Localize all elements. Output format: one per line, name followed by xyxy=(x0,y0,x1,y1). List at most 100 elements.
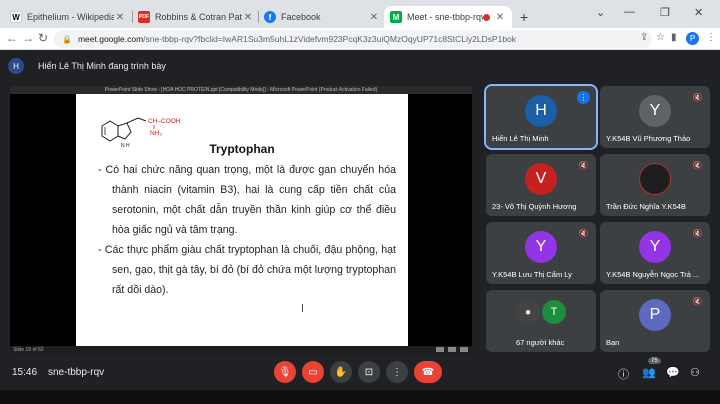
participant-name: Hiển Lê Thị Minh xyxy=(492,134,549,143)
participant-tile[interactable]: Y 🔇 Y.K54B Nguyễn Ngọc Trà ... xyxy=(600,222,710,284)
back-icon[interactable]: ← xyxy=(6,31,18,45)
microphone-toggle-button[interactable]: 🎙 xyxy=(274,361,296,383)
people-icon[interactable]: 👥 xyxy=(642,366,656,379)
meet-favicon-icon: M xyxy=(390,11,402,23)
chat-icon[interactable]: 💬 xyxy=(666,366,680,379)
camera-off-icon: ▭ xyxy=(308,366,318,378)
participant-tile[interactable]: Y 🔇 Y.K54B Lưu Thị Cẩm Ly xyxy=(486,222,596,284)
browser-tab-meet[interactable]: M Meet - sne-tbbp-rqv ✕ xyxy=(384,6,512,28)
speaking-indicator-icon: ⋮ xyxy=(577,91,590,104)
leave-call-button[interactable]: ☎ xyxy=(414,361,442,383)
os-taskbar xyxy=(0,390,720,404)
participant-tile[interactable]: 🔇 Trần Đức Nghĩa Y.K54B xyxy=(600,154,710,216)
normal-view-icon[interactable] xyxy=(436,347,444,352)
close-tab-icon[interactable]: ✕ xyxy=(114,12,126,23)
others-avatar-photo: ● xyxy=(516,300,540,324)
url-host: meet.google.com xyxy=(77,34,144,44)
maximize-window-button[interactable]: ❐ xyxy=(660,6,670,19)
lock-icon: 🔒 xyxy=(62,34,72,44)
mouse-cursor-icon xyxy=(302,304,308,312)
reading-view-icon[interactable] xyxy=(460,347,468,352)
new-tab-button[interactable]: + xyxy=(520,9,528,25)
browser-tab-robbins[interactable]: PDF Robbins & Cotran Pathologic Ba ✕ xyxy=(132,6,260,28)
meeting-code: sne-tbbp-rqv xyxy=(48,367,105,378)
tab-strip: W Epithelium - Wikipedia ✕ PDF Robbins &… xyxy=(0,0,720,28)
share-icon[interactable]: ⇪ xyxy=(640,32,648,43)
camera-toggle-button[interactable]: ▭ xyxy=(302,361,324,383)
wikipedia-favicon-icon: W xyxy=(10,11,22,23)
tab-title: Robbins & Cotran Pathologic Ba xyxy=(155,12,242,22)
others-tile[interactable]: ● T 67 người khác xyxy=(486,290,596,352)
participant-name: 23- Võ Thị Quỳnh Hương xyxy=(492,202,577,211)
profile-avatar[interactable]: P xyxy=(686,32,699,45)
self-avatar: P xyxy=(639,299,671,331)
recording-indicator-icon xyxy=(483,13,490,21)
participant-avatar-image xyxy=(639,163,671,195)
slide-bullet: - Có hai chức năng quan trọng, một là đư… xyxy=(98,164,396,236)
chem-carboxyl-label: CH–COOH xyxy=(148,118,181,125)
participant-count-badge: 75 xyxy=(648,358,661,364)
tab-search-icon[interactable]: ⌄ xyxy=(596,6,605,19)
more-options-button[interactable]: ⋮ xyxy=(386,361,408,383)
bookmark-star-icon[interactable]: ☆ xyxy=(656,32,665,43)
presenter-avatar: H xyxy=(8,58,24,74)
meeting-details-icon[interactable]: ⓘ xyxy=(618,366,629,382)
address-bar[interactable]: 🔒 meet.google.com/sne-tbbp-rqv?fbclid=Iw… xyxy=(54,30,652,48)
browser-tab-wikipedia[interactable]: W Epithelium - Wikipedia ✕ xyxy=(4,6,132,28)
more-vert-icon: ⋮ xyxy=(392,366,402,378)
chem-amine-label: NH₂ xyxy=(150,130,162,137)
browser-tab-facebook[interactable]: f Facebook ✕ xyxy=(258,6,386,28)
pdf-favicon-icon: PDF xyxy=(138,11,150,23)
meeting-clock: 15:46 xyxy=(12,367,38,378)
presentation-slide: N H CH–COOH NH₂ Tryptophan - Có hai chức… xyxy=(76,94,408,346)
participant-tile[interactable]: V 🔇 23- Võ Thị Quỳnh Hương xyxy=(486,154,596,216)
presenter-label: Hiển Lê Thị Minh đang trình bày xyxy=(38,61,166,71)
mic-off-icon: 🔇 xyxy=(578,229,589,238)
raise-hand-button[interactable]: ✋ xyxy=(330,361,352,383)
browser-menu-icon[interactable]: ⋮ xyxy=(706,32,716,43)
slide-status: Slide 19 of 62 xyxy=(10,346,472,354)
url-path: /sne-tbbp-rqv?fbclid=IwAR1Su3m5uhL1zVide… xyxy=(143,34,517,44)
slide-title: Tryptophan xyxy=(209,142,275,156)
self-tile[interactable]: P 🔇 Bạn xyxy=(600,290,710,352)
forward-icon[interactable]: → xyxy=(22,31,34,45)
minimize-window-button[interactable]: — xyxy=(624,6,635,18)
mic-off-icon: 🔇 xyxy=(692,161,703,170)
presenter-banner: H Hiển Lê Thị Minh đang trình bày xyxy=(8,56,166,76)
mic-off-icon: 🔇 xyxy=(692,93,703,102)
mic-off-icon: 🔇 xyxy=(692,229,703,238)
close-tab-icon[interactable]: ✕ xyxy=(494,12,506,23)
mic-off-icon: 🔇 xyxy=(578,161,589,170)
others-count-label: 67 người khác xyxy=(516,338,565,347)
participant-avatar: Y xyxy=(639,95,671,127)
hang-up-icon: ☎ xyxy=(421,366,435,378)
sorter-view-icon[interactable] xyxy=(448,347,456,352)
tab-title: Epithelium - Wikipedia xyxy=(27,12,114,22)
participant-avatar: Y xyxy=(639,231,671,263)
slide-body: - Có hai chức năng quan trọng, một là đư… xyxy=(98,160,396,300)
tab-title: Facebook xyxy=(281,12,321,22)
present-now-button[interactable]: ⊡ xyxy=(358,361,380,383)
participant-name: Y.K54B Vũ Phương Thảo xyxy=(606,134,691,143)
participant-tile[interactable]: Y 🔇 Y.K54B Vũ Phương Thảo xyxy=(600,86,710,148)
presentation-stage: PowerPoint Slide Show - [HOA HOC PROTEIN… xyxy=(10,86,472,354)
participant-tile[interactable]: H ⋮ Hiển Lê Thị Minh xyxy=(484,84,598,150)
mic-off-icon: 🔇 xyxy=(692,297,703,306)
meeting-controls-bar: 15:46 sne-tbbp-rqv 🎙 ▭ ✋ ⊡ ⋮ ☎ ⓘ 👥 75 💬 … xyxy=(0,356,720,390)
browser-toolbar: ← → ↻ 🔒 meet.google.com/sne-tbbp-rqv?fbc… xyxy=(0,28,720,50)
close-tab-icon[interactable]: ✕ xyxy=(368,12,380,23)
close-tab-icon[interactable]: ✕ xyxy=(242,12,254,23)
tab-title: Meet - sne-tbbp-rqv xyxy=(407,12,483,22)
self-name: Bạn xyxy=(606,338,620,347)
reload-icon[interactable]: ↻ xyxy=(38,31,48,45)
participant-name: Trần Đức Nghĩa Y.K54B xyxy=(606,202,686,211)
others-avatar: T xyxy=(542,300,566,324)
activities-icon[interactable]: ⚇ xyxy=(690,366,700,379)
participant-name: Y.K54B Nguyễn Ngọc Trà ... xyxy=(606,270,700,279)
extensions-icon[interactable]: ▮ xyxy=(671,32,677,43)
present-screen-icon: ⊡ xyxy=(364,366,374,378)
close-window-button[interactable]: ✕ xyxy=(694,6,703,19)
hand-icon: ✋ xyxy=(334,366,348,378)
participant-avatar: Y xyxy=(525,231,557,263)
participant-avatar: H xyxy=(525,95,557,127)
